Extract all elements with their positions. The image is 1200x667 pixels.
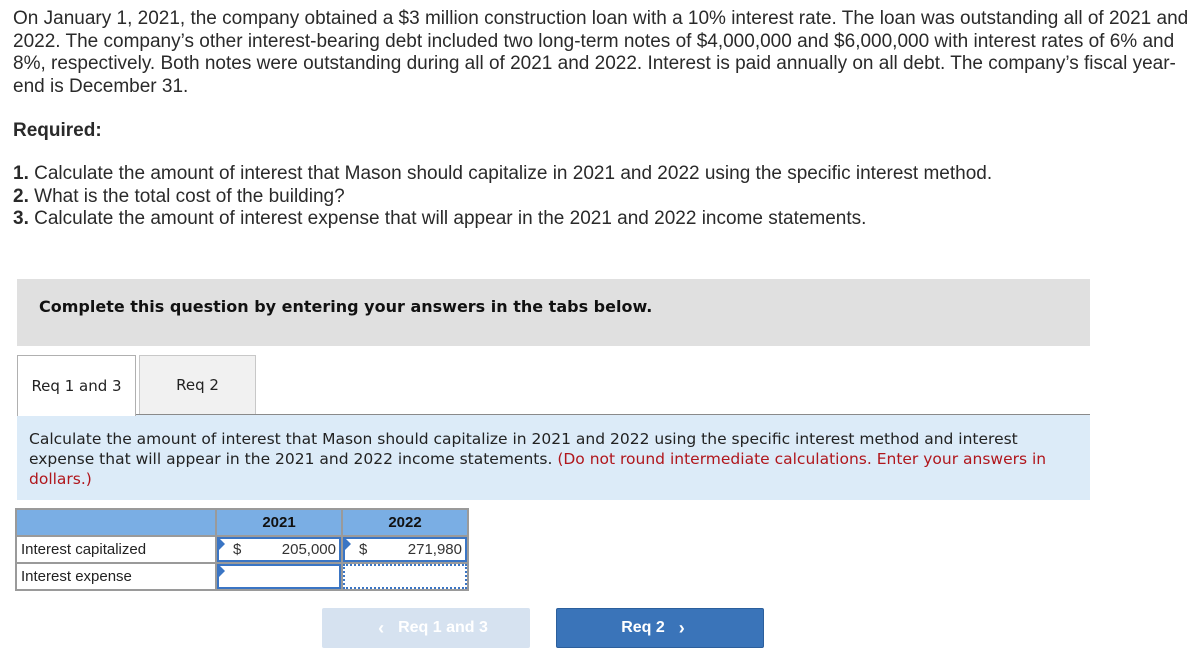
instruction-text: Complete this question by entering your … xyxy=(39,297,653,316)
requirement-item: 3. Calculate the amount of interest expe… xyxy=(13,208,992,231)
table-header-row: 2021 2022 xyxy=(15,508,469,537)
requirement-number: 1. xyxy=(13,163,29,184)
tab-req-2[interactable]: Req 2 xyxy=(139,355,256,414)
requirement-number: 2. xyxy=(13,185,29,207)
instruction-banner: Complete this question by entering your … xyxy=(17,279,1090,346)
requirement-item: 2. What is the total cost of the buildin… xyxy=(13,186,992,209)
requirement-text: Calculate the amount of interest that Ma… xyxy=(28,163,993,184)
table-row: Interest expense xyxy=(15,562,469,591)
requirement-item: 1. Calculate the amount of interest that… xyxy=(13,163,992,186)
next-button-label: Req 2 xyxy=(621,619,665,636)
tab-req-1-and-3[interactable]: Req 1 and 3 xyxy=(17,355,136,416)
panel-instructions: Calculate the amount of interest that Ma… xyxy=(29,429,1084,489)
next-req-button[interactable]: Req 2 › xyxy=(556,608,764,648)
column-header-label xyxy=(15,508,217,537)
interest-capitalized-2022-input[interactable]: $ 271,980 xyxy=(343,537,467,562)
row-label-interest-expense: Interest expense xyxy=(15,562,217,591)
input-marker-icon xyxy=(219,565,225,577)
problem-statement: On January 1, 2021, the company obtained… xyxy=(13,8,1189,97)
input-value: 205,000 xyxy=(281,541,336,558)
interest-expense-2021-input[interactable] xyxy=(217,564,341,589)
prev-req-button[interactable]: ‹ Req 1 and 3 xyxy=(322,608,530,648)
requirement-text: Calculate the amount of interest expense… xyxy=(28,208,867,229)
requirement-text: What is the total cost of the building? xyxy=(28,185,345,207)
input-marker-icon xyxy=(345,538,351,550)
interest-expense-2022-input[interactable] xyxy=(343,564,467,589)
answer-table: 2021 2022 Interest capitalized $ 205,000… xyxy=(15,508,469,591)
chevron-right-icon: › xyxy=(678,617,685,638)
requirement-number: 3. xyxy=(13,208,29,229)
chevron-left-icon: ‹ xyxy=(378,617,385,638)
table-row: Interest capitalized $ 205,000 $ 271,980 xyxy=(15,535,469,564)
row-label-interest-capitalized: Interest capitalized xyxy=(15,535,217,564)
required-heading: Required: xyxy=(13,120,102,141)
currency-symbol: $ xyxy=(359,541,368,558)
column-header-2022: 2022 xyxy=(341,508,469,537)
prev-button-label: Req 1 and 3 xyxy=(398,619,488,636)
column-header-2021: 2021 xyxy=(215,508,343,537)
input-value: 271,980 xyxy=(407,541,462,558)
question-panel: Calculate the amount of interest that Ma… xyxy=(17,415,1090,500)
input-marker-icon xyxy=(219,538,225,550)
interest-capitalized-2021-input[interactable]: $ 205,000 xyxy=(217,537,341,562)
requirements-list: 1. Calculate the amount of interest that… xyxy=(13,163,992,231)
currency-symbol: $ xyxy=(233,541,242,558)
